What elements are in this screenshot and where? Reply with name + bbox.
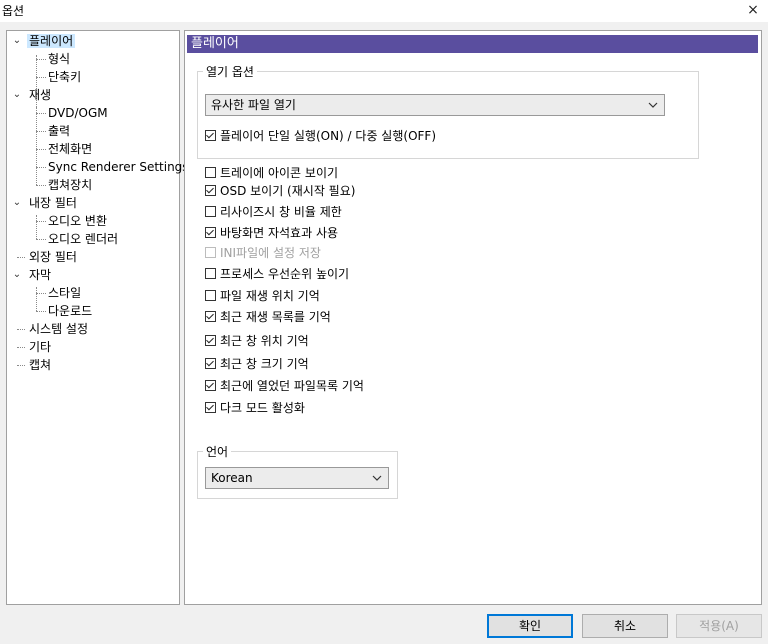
chevron-down-icon[interactable]: ⌄ bbox=[11, 194, 23, 212]
tree-connector bbox=[36, 131, 46, 132]
close-icon[interactable]: × bbox=[744, 0, 762, 20]
checkbox-box bbox=[205, 335, 216, 346]
checkbox-box bbox=[205, 402, 216, 413]
checkbox-label: 프로세스 우선순위 높이기 bbox=[220, 267, 350, 281]
tree-connector bbox=[17, 347, 25, 348]
chevron-down-icon[interactable]: ⌄ bbox=[11, 32, 23, 50]
checkbox-label: 최근 재생 목록를 기억 bbox=[220, 310, 331, 324]
title-bar: 옵션 × bbox=[0, 0, 768, 22]
open-mode-dropdown[interactable]: 유사한 파일 열기 bbox=[205, 94, 665, 116]
checkbox-label: 최근 창 크기 기억 bbox=[220, 357, 309, 371]
tree-connector bbox=[17, 329, 25, 330]
tree-item-system-settings[interactable]: 시스템 설정 bbox=[29, 320, 88, 338]
open-mode-value: 유사한 파일 열기 bbox=[211, 98, 296, 112]
tree-connector bbox=[36, 167, 46, 168]
tree-item-subtitles[interactable]: 자막 bbox=[29, 266, 51, 284]
checkbox-box bbox=[205, 358, 216, 369]
tree-item-output[interactable]: 출력 bbox=[48, 122, 70, 140]
tree-connector bbox=[17, 365, 25, 366]
checkbox-label: OSD 보이기 (재시작 필요) bbox=[220, 184, 356, 198]
tree-item-dvd-ogm[interactable]: DVD/OGM bbox=[48, 104, 108, 122]
checkbox-box bbox=[205, 185, 216, 196]
tree-item-player[interactable]: 플레이어 bbox=[27, 32, 76, 50]
tree-item-sync-renderer[interactable]: Sync Renderer Settings bbox=[48, 158, 189, 176]
tree-connector bbox=[36, 287, 37, 311]
tree-connector bbox=[36, 221, 46, 222]
checkbox-box bbox=[205, 268, 216, 279]
checkbox-label: 파일 재생 위치 기억 bbox=[220, 289, 320, 303]
tree-connector bbox=[36, 185, 46, 186]
tree-connector bbox=[36, 59, 46, 60]
chevron-down-icon bbox=[648, 102, 658, 108]
chevron-down-icon[interactable]: ⌄ bbox=[11, 86, 23, 104]
panel-header: 플레이어 bbox=[187, 35, 758, 53]
settings-panel: 플레이어 열기 옵션 유사한 파일 열기 플레이어 단일 실행(ON) / 다중… bbox=[184, 30, 762, 605]
checkbox-label: 다크 모드 활성화 bbox=[220, 401, 305, 415]
checkbox-label: 최근에 열었던 파일목록 기억 bbox=[220, 379, 364, 393]
checkbox-box bbox=[205, 380, 216, 391]
checkbox-label: 플레이어 단일 실행(ON) / 다중 실행(OFF) bbox=[220, 129, 436, 143]
tree-item-external-filters[interactable]: 외장 필터 bbox=[29, 248, 77, 266]
tree-connector bbox=[36, 113, 46, 114]
tree-connector bbox=[36, 149, 46, 150]
apply-button[interactable]: 적용(A) bbox=[676, 614, 762, 638]
tree-item-capture-device[interactable]: 캡쳐장치 bbox=[48, 176, 92, 194]
tree-item-style[interactable]: 스타일 bbox=[48, 284, 81, 302]
open-options-label: 열기 옵션 bbox=[203, 63, 257, 80]
checkbox-label: 최근 창 위치 기억 bbox=[220, 334, 309, 348]
settings-tree: ⌄ ⌄ ⌄ ⌄ 플레이어 형식 단축키 재생 DVD/OGM 출력 전체화면 S… bbox=[6, 30, 189, 605]
tree-item-playback[interactable]: 재생 bbox=[29, 86, 51, 104]
tree-connector bbox=[17, 257, 25, 258]
tree-connector bbox=[36, 293, 46, 294]
checkbox-box bbox=[205, 206, 216, 217]
tree-item-audio-transform[interactable]: 오디오 변환 bbox=[48, 212, 107, 230]
checkbox-box bbox=[205, 290, 216, 301]
tree-connector bbox=[36, 77, 46, 78]
tree-item-label: 플레이어 bbox=[27, 34, 76, 48]
ok-button[interactable]: 확인 bbox=[487, 614, 573, 638]
tree-connector bbox=[36, 215, 37, 239]
tree-item-internal-filters[interactable]: 내장 필터 bbox=[29, 194, 77, 212]
window-title: 옵션 bbox=[2, 4, 25, 18]
tree-item-format[interactable]: 형식 bbox=[48, 50, 70, 68]
tree-connector bbox=[36, 311, 46, 312]
checkbox-box bbox=[205, 167, 216, 178]
chevron-down-icon[interactable]: ⌄ bbox=[11, 266, 23, 284]
cancel-button[interactable]: 취소 bbox=[582, 614, 668, 638]
checkbox-box bbox=[205, 247, 216, 258]
checkbox-label: 바탕화면 자석효과 사용 bbox=[220, 226, 339, 240]
chevron-down-icon bbox=[372, 475, 382, 481]
tree-connector bbox=[36, 239, 46, 240]
tree-connector bbox=[36, 107, 37, 185]
tree-item-audio-renderer[interactable]: 오디오 렌더러 bbox=[48, 230, 118, 248]
checkbox-box bbox=[205, 311, 216, 322]
checkbox-box bbox=[205, 130, 216, 141]
tree-item-shortcuts[interactable]: 단축키 bbox=[48, 68, 81, 86]
checkbox-label: 트레이에 아이콘 보이기 bbox=[220, 166, 339, 180]
tree-item-misc[interactable]: 기타 bbox=[29, 338, 51, 356]
language-dropdown[interactable]: Korean bbox=[205, 467, 389, 489]
checkbox-label: 리사이즈시 창 비율 제한 bbox=[220, 205, 342, 219]
checkbox-label: INI파일에 설정 저장 bbox=[220, 246, 321, 260]
tree-item-fullscreen[interactable]: 전체화면 bbox=[48, 140, 92, 158]
language-value: Korean bbox=[211, 471, 253, 485]
tree-item-download[interactable]: 다운로드 bbox=[48, 302, 92, 320]
language-label: 언어 bbox=[203, 443, 232, 460]
tree-item-capture[interactable]: 캡쳐 bbox=[29, 356, 51, 374]
checkbox-box bbox=[205, 227, 216, 238]
